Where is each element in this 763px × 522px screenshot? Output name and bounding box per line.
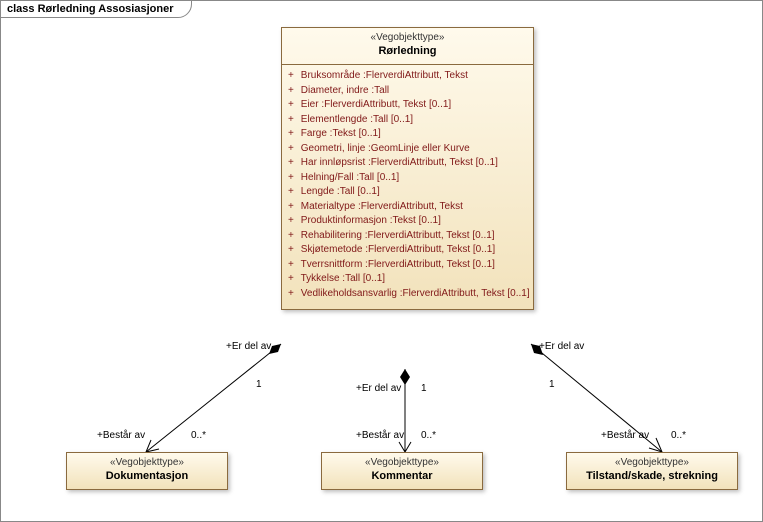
attr-text: Helning/Fall :Tall [0..1] bbox=[301, 172, 399, 183]
class-kommentar-name: Kommentar bbox=[326, 470, 478, 484]
role-child-left: +Består av bbox=[97, 430, 145, 441]
attr-text: Skjøtemetode :FlerverdiAttributt, Tekst … bbox=[301, 244, 495, 255]
attr-text: Har innløpsrist :FlerverdiAttributt, Tek… bbox=[301, 157, 498, 168]
attr-visibility-icon: + bbox=[288, 200, 298, 215]
attr-row: + Geometri, linje :GeomLinje eller Kurve bbox=[288, 142, 527, 157]
attr-visibility-icon: + bbox=[288, 272, 298, 287]
class-rorledning: «Vegobjekttype» Rørledning + Bruksområde… bbox=[281, 27, 534, 310]
class-dokumentasjon-name: Dokumentasjon bbox=[71, 470, 223, 484]
class-rorledning-stereo: «Vegobjekttype» bbox=[286, 32, 529, 45]
attr-row: + Lengde :Tall [0..1] bbox=[288, 185, 527, 200]
attr-visibility-icon: + bbox=[288, 185, 298, 200]
class-tilstand-stereo: «Vegobjekttype» bbox=[571, 457, 733, 470]
attr-visibility-icon: + bbox=[288, 287, 298, 302]
attr-text: Geometri, linje :GeomLinje eller Kurve bbox=[301, 143, 470, 154]
role-parent-right: +Er del av bbox=[539, 341, 584, 352]
class-kommentar-stereo: «Vegobjekttype» bbox=[326, 457, 478, 470]
mult-one-right: 1 bbox=[549, 379, 555, 390]
attr-row: + Tverrsnittform :FlerverdiAttributt, Te… bbox=[288, 258, 527, 273]
attr-visibility-icon: + bbox=[288, 98, 298, 113]
attr-row: + Vedlikeholdsansvarlig :FlerverdiAttrib… bbox=[288, 287, 527, 302]
class-kommentar: «Vegobjekttype» Kommentar bbox=[321, 452, 483, 490]
attr-row: + Produktinformasjon :Tekst [0..1] bbox=[288, 214, 527, 229]
attr-text: Eier :FlerverdiAttributt, Tekst [0..1] bbox=[301, 99, 451, 110]
frame-title-text: class Rørledning Assosiasjoner bbox=[7, 3, 173, 15]
class-kommentar-header: «Vegobjekttype» Kommentar bbox=[322, 453, 482, 489]
attr-row: + Diameter, indre :Tall bbox=[288, 84, 527, 99]
class-rorledning-header: «Vegobjekttype» Rørledning bbox=[282, 28, 533, 65]
attr-row: + Eier :FlerverdiAttributt, Tekst [0..1] bbox=[288, 98, 527, 113]
attr-row: + Tykkelse :Tall [0..1] bbox=[288, 272, 527, 287]
attr-text: Rehabilitering :FlerverdiAttributt, Teks… bbox=[301, 230, 495, 241]
class-dokumentasjon: «Vegobjekttype» Dokumentasjon bbox=[66, 452, 228, 490]
class-rorledning-name: Rørledning bbox=[286, 45, 529, 59]
attr-visibility-icon: + bbox=[288, 156, 298, 171]
role-parent-left: +Er del av bbox=[226, 341, 271, 352]
attr-row: + Materialtype :FlerverdiAttributt, Teks… bbox=[288, 200, 527, 215]
attr-visibility-icon: + bbox=[288, 113, 298, 128]
attr-visibility-icon: + bbox=[288, 258, 298, 273]
attr-text: Diameter, indre :Tall bbox=[301, 85, 389, 96]
class-tilstand-header: «Vegobjekttype» Tilstand/skade, streknin… bbox=[567, 453, 737, 489]
attr-text: Produktinformasjon :Tekst [0..1] bbox=[301, 215, 441, 226]
attr-text: Tverrsnittform :FlerverdiAttributt, Teks… bbox=[301, 259, 495, 270]
mult-many-right: 0..* bbox=[671, 430, 686, 441]
attr-text: Elementlengde :Tall [0..1] bbox=[301, 114, 413, 125]
attr-visibility-icon: + bbox=[288, 214, 298, 229]
attr-row: + Farge :Tekst [0..1] bbox=[288, 127, 527, 142]
attr-text: Materialtype :FlerverdiAttributt, Tekst bbox=[301, 201, 463, 212]
class-rorledning-attrs: + Bruksområde :FlerverdiAttributt, Tekst… bbox=[282, 65, 533, 309]
attr-visibility-icon: + bbox=[288, 127, 298, 142]
attr-row: + Elementlengde :Tall [0..1] bbox=[288, 113, 527, 128]
role-parent-mid: +Er del av bbox=[356, 383, 401, 394]
frame-title: class Rørledning Assosiasjoner bbox=[0, 0, 192, 18]
attr-visibility-icon: + bbox=[288, 84, 298, 99]
role-child-right: +Består av bbox=[601, 430, 649, 441]
attr-row: + Helning/Fall :Tall [0..1] bbox=[288, 171, 527, 186]
mult-one-left: 1 bbox=[256, 379, 262, 390]
mult-many-mid: 0..* bbox=[421, 430, 436, 441]
attr-text: Farge :Tekst [0..1] bbox=[301, 128, 381, 139]
diagram-canvas: class Rørledning Assosiasjoner «Vegobjek… bbox=[0, 0, 763, 522]
attr-visibility-icon: + bbox=[288, 69, 298, 84]
attr-text: Tykkelse :Tall [0..1] bbox=[301, 273, 385, 284]
attr-text: Lengde :Tall [0..1] bbox=[301, 186, 380, 197]
attr-row: + Har innløpsrist :FlerverdiAttributt, T… bbox=[288, 156, 527, 171]
attr-text: Vedlikeholdsansvarlig :FlerverdiAttribut… bbox=[301, 288, 530, 299]
attr-row: + Bruksområde :FlerverdiAttributt, Tekst bbox=[288, 69, 527, 84]
class-tilstand: «Vegobjekttype» Tilstand/skade, streknin… bbox=[566, 452, 738, 490]
mult-one-mid: 1 bbox=[421, 383, 427, 394]
attr-visibility-icon: + bbox=[288, 243, 298, 258]
attr-visibility-icon: + bbox=[288, 142, 298, 157]
attr-text: Bruksområde :FlerverdiAttributt, Tekst bbox=[301, 70, 468, 81]
attr-visibility-icon: + bbox=[288, 229, 298, 244]
attr-row: + Rehabilitering :FlerverdiAttributt, Te… bbox=[288, 229, 527, 244]
attr-row: + Skjøtemetode :FlerverdiAttributt, Teks… bbox=[288, 243, 527, 258]
mult-many-left: 0..* bbox=[191, 430, 206, 441]
role-child-mid: +Består av bbox=[356, 430, 404, 441]
class-tilstand-name: Tilstand/skade, strekning bbox=[571, 470, 733, 484]
attr-visibility-icon: + bbox=[288, 171, 298, 186]
class-dokumentasjon-stereo: «Vegobjekttype» bbox=[71, 457, 223, 470]
class-dokumentasjon-header: «Vegobjekttype» Dokumentasjon bbox=[67, 453, 227, 489]
